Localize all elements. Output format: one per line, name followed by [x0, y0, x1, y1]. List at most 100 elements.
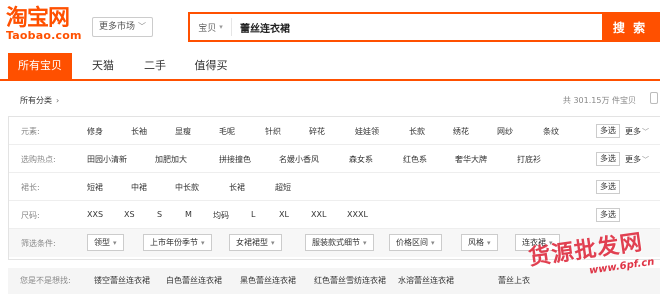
filter-row-size: 尺码: XXS XS S M 均码 L XL XXL XXXL 多选: [9, 201, 660, 229]
related-searches-label: 您是不是想找:: [20, 276, 71, 285]
tab-second-hand[interactable]: 二手: [132, 53, 178, 79]
filter-option[interactable]: 毛呢: [219, 126, 235, 137]
more-label: 更多: [625, 127, 641, 136]
search-type-select[interactable]: 宝贝 ▾: [190, 18, 232, 36]
breadcrumb[interactable]: 所有分类 ›: [20, 95, 59, 106]
filter-option[interactable]: 针织: [265, 126, 281, 137]
multi-select-button[interactable]: 多选: [596, 180, 620, 194]
filter-option[interactable]: 条纹: [543, 126, 559, 137]
filter-option[interactable]: 超短: [275, 182, 291, 193]
filter-row-hot-picks: 选购热点: 田园小清新 加肥加大 拼接撞色 名媛小香风 森女系 红色系 奢华大牌…: [9, 145, 660, 173]
related-search-link[interactable]: 黑色蕾丝连衣裙: [240, 275, 296, 286]
more-markets-label: 更多市场: [99, 22, 136, 32]
filter-dropdown-dress[interactable]: 连衣裙 ▾: [515, 234, 560, 251]
more-markets-dropdown[interactable]: 更多市场 ﹀: [92, 17, 154, 37]
taobao-logo[interactable]: 淘宝网 Taobao.com: [6, 8, 82, 42]
related-search-link[interactable]: 镂空蕾丝连衣裙: [94, 275, 150, 286]
filter-option[interactable]: 修身: [87, 126, 103, 137]
dropdown-label: 风格: [468, 238, 484, 247]
filter-option[interactable]: XS: [124, 210, 135, 219]
related-search-link[interactable]: 蕾丝上衣: [498, 275, 530, 286]
filter-option[interactable]: 名媛小香风: [279, 154, 319, 165]
filter-dropdown-details[interactable]: 服装款式细节 ▾: [305, 234, 374, 251]
chevron-down-icon: ﹀: [138, 22, 147, 31]
tab-tmall[interactable]: 天猫: [80, 53, 126, 79]
chevron-down-icon: ▾: [113, 239, 117, 247]
filter-row-label: 选购热点:: [21, 155, 56, 164]
filter-dropdown-collar[interactable]: 领型 ▾: [87, 234, 124, 251]
filter-option[interactable]: 均码: [213, 210, 229, 221]
filter-option[interactable]: 娃娃领: [355, 126, 379, 137]
filter-option[interactable]: 长袖: [131, 126, 147, 137]
dropdown-label: 上市年份季节: [150, 238, 198, 247]
chevron-down-icon: ▾: [201, 239, 205, 247]
filter-row-elements: 元素: 修身 长袖 显瘦 毛呢 针织 碎花 娃娃领 长款 绣花 网纱 条纹 多选…: [9, 117, 660, 145]
tab-all-items[interactable]: 所有宝贝: [8, 53, 72, 79]
filter-option[interactable]: S: [157, 210, 162, 219]
dropdown-label: 连衣裙: [522, 238, 546, 247]
filter-row-label: 元素:: [21, 127, 40, 136]
filter-option[interactable]: XXXL: [347, 210, 368, 219]
filter-dropdown-season[interactable]: 上市年份季节 ▾: [143, 234, 212, 251]
breadcrumb-label: 所有分类: [20, 96, 52, 105]
filter-option[interactable]: 奢华大牌: [455, 154, 487, 165]
chevron-down-icon: ﹀: [642, 156, 649, 164]
multi-select-button[interactable]: 多选: [596, 152, 620, 166]
filter-option[interactable]: 加肥加大: [155, 154, 187, 165]
filter-option[interactable]: 长款: [409, 126, 425, 137]
filter-option[interactable]: 短裙: [87, 182, 103, 193]
filter-dropdown-price[interactable]: 价格区间 ▾: [389, 234, 442, 251]
chevron-down-icon: ▾: [549, 239, 553, 247]
filter-option[interactable]: 绣花: [453, 126, 469, 137]
related-searches: 您是不是想找: 镂空蕾丝连衣裙 白色蕾丝连衣裙 黑色蕾丝连衣裙 红色蕾丝雪纺连衣…: [8, 268, 660, 294]
filter-option[interactable]: 拼接撞色: [219, 154, 251, 165]
chevron-down-icon: ﹀: [642, 128, 649, 136]
collapse-toggle[interactable]: [650, 92, 658, 104]
related-search-link[interactable]: 红色蕾丝雪纺连衣裙: [314, 275, 386, 286]
filter-row-skirt-length: 裙长: 短裙 中裙 中长款 长裙 超短 多选: [9, 173, 660, 201]
multi-select-button[interactable]: 多选: [596, 208, 620, 222]
related-search-link[interactable]: 水溶蕾丝连衣裙: [398, 275, 454, 286]
logo-text: 淘宝网: [6, 6, 70, 31]
filter-option[interactable]: XXL: [311, 210, 326, 219]
filter-option[interactable]: XL: [279, 210, 289, 219]
filter-row-label: 裙长:: [21, 183, 40, 192]
filter-option[interactable]: XXS: [87, 210, 103, 219]
filter-option[interactable]: 中裙: [131, 182, 147, 193]
more-label: 更多: [625, 155, 641, 164]
search-input[interactable]: [232, 14, 602, 40]
tab-worth-buying[interactable]: 值得买: [184, 53, 238, 79]
filter-row-label: 筛选条件:: [21, 239, 56, 248]
dropdown-label: 领型: [94, 238, 110, 247]
filter-option[interactable]: L: [251, 210, 255, 219]
more-button[interactable]: 更多﹀: [625, 126, 649, 137]
chevron-down-icon: ▾: [271, 239, 275, 247]
search-tabs: 所有宝贝 天猫 二手 值得买: [0, 53, 660, 81]
filter-option[interactable]: 田园小清新: [87, 154, 127, 165]
filter-option[interactable]: 森女系: [349, 154, 373, 165]
search-button[interactable]: 搜 索: [602, 14, 658, 40]
filter-option[interactable]: 红色系: [403, 154, 427, 165]
filter-dropdown-skirt-type[interactable]: 女裙裙型 ▾: [229, 234, 282, 251]
filter-option[interactable]: 碎花: [309, 126, 325, 137]
filter-panel: 元素: 修身 长袖 显瘦 毛呢 针织 碎花 娃娃领 长款 绣花 网纱 条纹 多选…: [8, 116, 660, 260]
total-count: 共 301.15万 件宝贝: [562, 96, 636, 105]
filter-option[interactable]: M: [185, 210, 192, 219]
filter-dropdown-style[interactable]: 风格 ▾: [461, 234, 498, 251]
search-bar: 宝贝▾ 搜 索: [188, 12, 660, 42]
related-search-link[interactable]: 白色蕾丝连衣裙: [166, 275, 222, 286]
filter-option[interactable]: 网纱: [497, 126, 513, 137]
filter-option[interactable]: 中长款: [175, 182, 199, 193]
logo-domain: Taobao.com: [6, 29, 82, 42]
filter-option[interactable]: 打底衫: [517, 154, 541, 165]
chevron-down-icon: ▾: [431, 239, 435, 247]
filter-row-label: 尺码:: [21, 211, 40, 220]
chevron-down-icon: ▾: [363, 239, 367, 247]
filter-option[interactable]: 长裙: [229, 182, 245, 193]
chevron-down-icon: ▾: [219, 23, 223, 31]
multi-select-button[interactable]: 多选: [596, 124, 620, 138]
dropdown-label: 价格区间: [396, 238, 428, 247]
more-button[interactable]: 更多﹀: [625, 154, 649, 165]
filter-option[interactable]: 显瘦: [175, 126, 191, 137]
dropdown-label: 服装款式细节: [312, 238, 360, 247]
